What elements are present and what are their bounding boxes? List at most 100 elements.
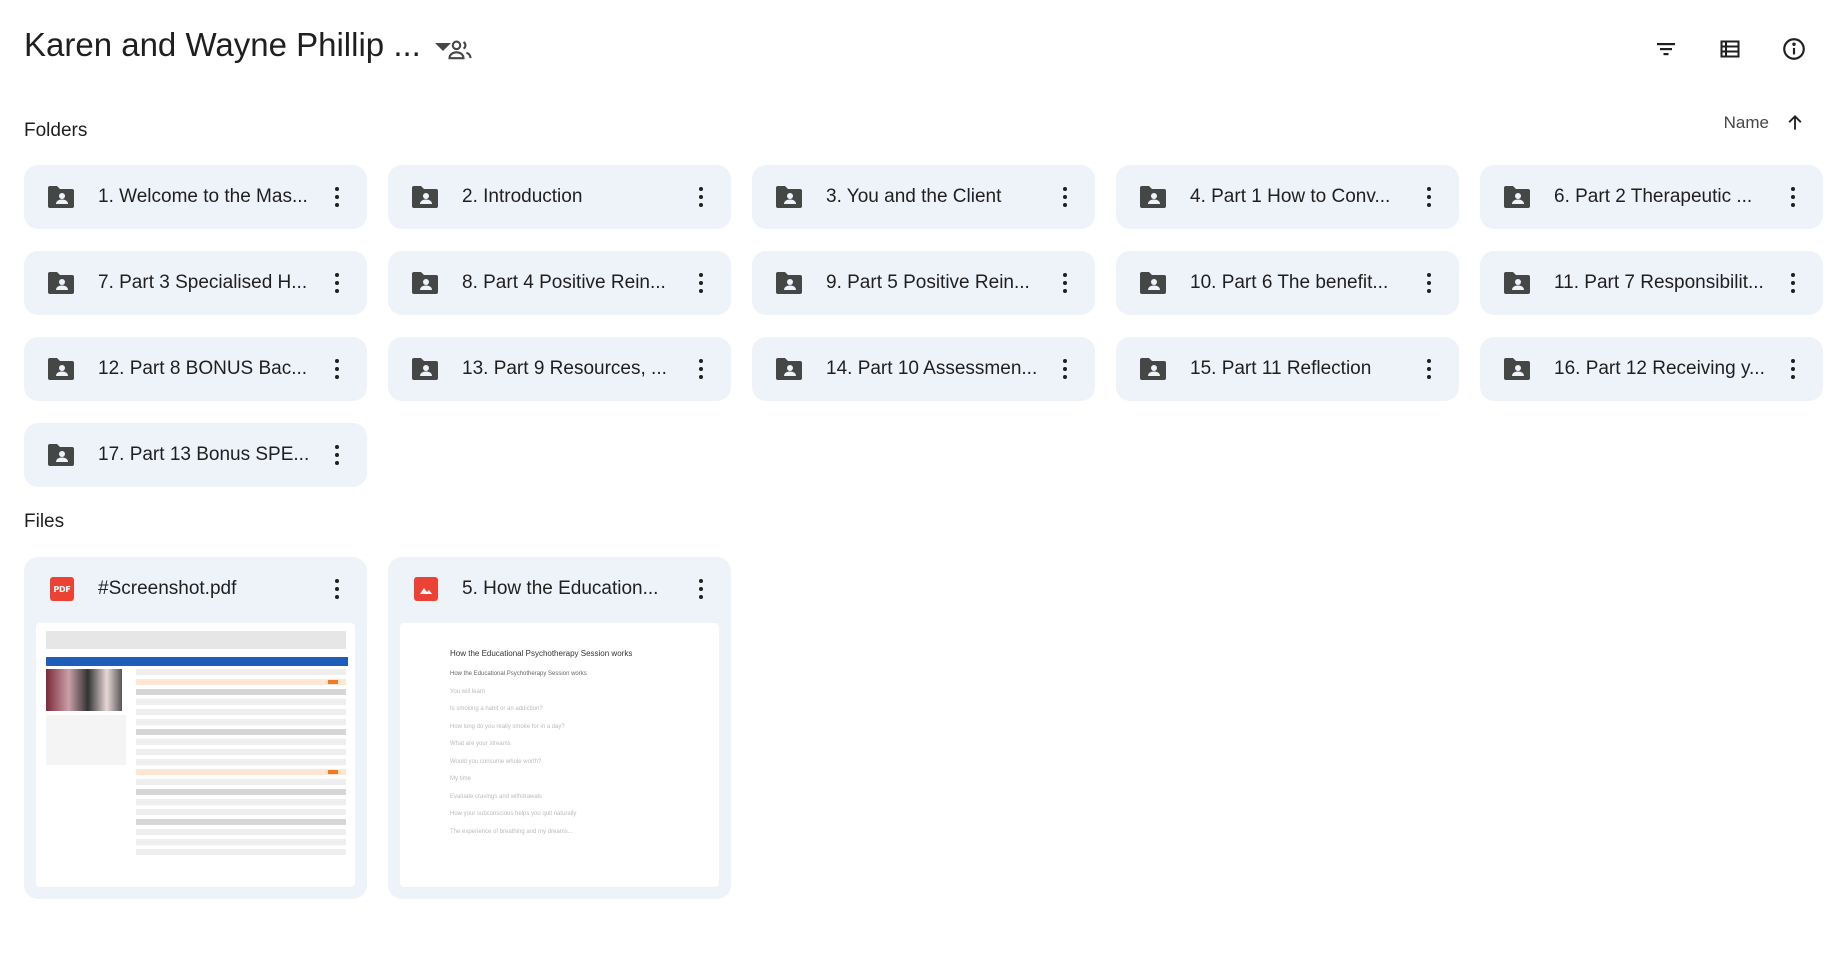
shared-folder-icon — [412, 272, 438, 294]
files-heading: Files — [24, 511, 65, 532]
folder-card[interactable]: 10. Part 6 The benefit... — [1116, 251, 1459, 315]
folder-card[interactable]: 14. Part 10 Assessmen... — [752, 337, 1095, 401]
shared-folder-icon — [1140, 186, 1166, 208]
pdf-icon: PDF — [50, 577, 74, 601]
people-icon[interactable] — [446, 36, 474, 64]
filter-icon[interactable] — [1651, 34, 1681, 64]
folder-name: 15. Part 11 Reflection — [1190, 358, 1372, 379]
info-icon[interactable] — [1779, 34, 1809, 64]
shared-folder-icon — [1140, 358, 1166, 380]
page-title[interactable]: Karen and Wayne Phillip ... — [24, 26, 421, 64]
more-options-icon[interactable] — [325, 574, 349, 604]
folder-card[interactable]: 4. Part 1 How to Conv... — [1116, 165, 1459, 229]
shared-folder-icon — [776, 186, 802, 208]
shared-folder-icon — [1504, 186, 1530, 208]
more-options-icon[interactable] — [1053, 268, 1077, 298]
shared-folder-icon — [48, 444, 74, 466]
preview-line: My time — [450, 776, 471, 782]
folder-name: 7. Part 3 Specialised H... — [98, 272, 308, 293]
folders-heading: Folders — [24, 120, 88, 141]
top-bar: Karen and Wayne Phillip ... — [0, 0, 1837, 100]
folder-card[interactable]: 17. Part 13 Bonus SPE... — [24, 423, 367, 487]
shared-folder-icon — [1140, 272, 1166, 294]
file-grid: PDF #Screenshot.pdf 5. How the Education… — [24, 557, 731, 899]
folder-title-area[interactable]: Karen and Wayne Phillip ... — [24, 26, 451, 64]
shared-folder-icon — [48, 358, 74, 380]
folder-name: 12. Part 8 BONUS Bac... — [98, 358, 308, 379]
preview-line: How your subconscious helps you quit nat… — [450, 811, 577, 817]
preview-line: How long do you really smoke for in a da… — [450, 723, 565, 730]
more-options-icon[interactable] — [689, 574, 713, 604]
list-view-icon[interactable] — [1715, 34, 1745, 64]
folder-name: 14. Part 10 Assessmen... — [826, 358, 1038, 379]
more-options-icon[interactable] — [325, 268, 349, 298]
preview-line: The experience of breathing and my dream… — [450, 828, 573, 835]
more-options-icon[interactable] — [1417, 182, 1441, 212]
folder-card[interactable]: 9. Part 5 Positive Rein... — [752, 251, 1095, 315]
folder-card[interactable]: 15. Part 11 Reflection — [1116, 337, 1459, 401]
folder-name: 4. Part 1 How to Conv... — [1190, 186, 1391, 207]
shared-folder-icon — [412, 358, 438, 380]
shared-folder-icon — [776, 272, 802, 294]
folder-name: 13. Part 9 Resources, ... — [462, 358, 667, 379]
more-options-icon[interactable] — [1417, 268, 1441, 298]
folder-name: 11. Part 7 Responsibilit... — [1554, 272, 1764, 293]
folder-name: 9. Part 5 Positive Rein... — [826, 272, 1030, 293]
folder-name: 8. Part 4 Positive Rein... — [462, 272, 666, 293]
folder-card[interactable]: 8. Part 4 Positive Rein... — [388, 251, 731, 315]
shared-folder-icon — [48, 272, 74, 294]
file-preview-thumbnail — [36, 623, 355, 887]
preview-line: You will learn — [450, 688, 486, 695]
sort-label: Name — [1723, 113, 1769, 132]
more-options-icon[interactable] — [1781, 354, 1805, 384]
more-options-icon[interactable] — [689, 354, 713, 384]
more-options-icon[interactable] — [1417, 354, 1441, 384]
folder-card[interactable]: 11. Part 7 Responsibilit... — [1480, 251, 1823, 315]
folder-name: 16. Part 12 Receiving y... — [1554, 358, 1765, 379]
shared-folder-icon — [1504, 272, 1530, 294]
shared-folder-icon — [48, 186, 74, 208]
shared-folder-icon — [776, 358, 802, 380]
more-options-icon[interactable] — [1781, 268, 1805, 298]
shared-folder-icon — [412, 186, 438, 208]
folder-card[interactable]: 3. You and the Client — [752, 165, 1095, 229]
more-options-icon[interactable] — [1053, 354, 1077, 384]
view-tools — [1651, 34, 1809, 64]
file-card[interactable]: 5. How the Education... How the Educatio… — [388, 557, 731, 899]
more-options-icon[interactable] — [689, 182, 713, 212]
folder-name: 10. Part 6 The benefit... — [1190, 272, 1389, 293]
preview-line: How the Educational Psychotherapy Sessio… — [450, 671, 587, 677]
folder-grid: 1. Welcome to the Mas... 2. Introduction 3… — [24, 165, 1823, 487]
folder-card[interactable]: 13. Part 9 Resources, ... — [388, 337, 731, 401]
file-name: #Screenshot.pdf — [98, 578, 237, 599]
folder-name: 1. Welcome to the Mas... — [98, 186, 308, 207]
more-options-icon[interactable] — [325, 440, 349, 470]
folder-card[interactable]: 1. Welcome to the Mas... — [24, 165, 367, 229]
folder-card[interactable]: 12. Part 8 BONUS Bac... — [24, 337, 367, 401]
folder-name: 6. Part 2 Therapeutic ... — [1554, 186, 1753, 207]
arrow-up-icon — [1788, 115, 1802, 130]
folder-name: 3. You and the Client — [826, 186, 1002, 207]
folder-card[interactable]: 6. Part 2 Therapeutic ... — [1480, 165, 1823, 229]
file-name: 5. How the Education... — [462, 578, 659, 599]
more-options-icon[interactable] — [689, 268, 713, 298]
preview-title: How the Educational Psychotherapy Sessio… — [450, 649, 633, 658]
more-options-icon[interactable] — [1053, 182, 1077, 212]
preview-line: Evaluate cravings and withdrawals — [450, 793, 543, 800]
more-options-icon[interactable] — [325, 182, 349, 212]
image-icon — [414, 577, 438, 601]
folder-name: 2. Introduction — [462, 186, 583, 207]
folder-name: 17. Part 13 Bonus SPE... — [98, 444, 310, 465]
preview-line: What are your streams — [450, 741, 511, 747]
folder-card[interactable]: 7. Part 3 Specialised H... — [24, 251, 367, 315]
more-options-icon[interactable] — [325, 354, 349, 384]
folder-card[interactable]: 2. Introduction — [388, 165, 731, 229]
preview-line: Would you consume whole worth? — [450, 758, 542, 765]
preview-line: Is smoking a habit or an addiction? — [450, 706, 543, 712]
file-card[interactable]: PDF #Screenshot.pdf — [24, 557, 367, 899]
file-preview-thumbnail: How the Educational Psychotherapy Sessio… — [400, 623, 719, 887]
folder-card[interactable]: 16. Part 12 Receiving y... — [1480, 337, 1823, 401]
shared-folder-icon — [1504, 358, 1530, 380]
sort-control[interactable]: Name — [1724, 113, 1805, 133]
more-options-icon[interactable] — [1781, 182, 1805, 212]
